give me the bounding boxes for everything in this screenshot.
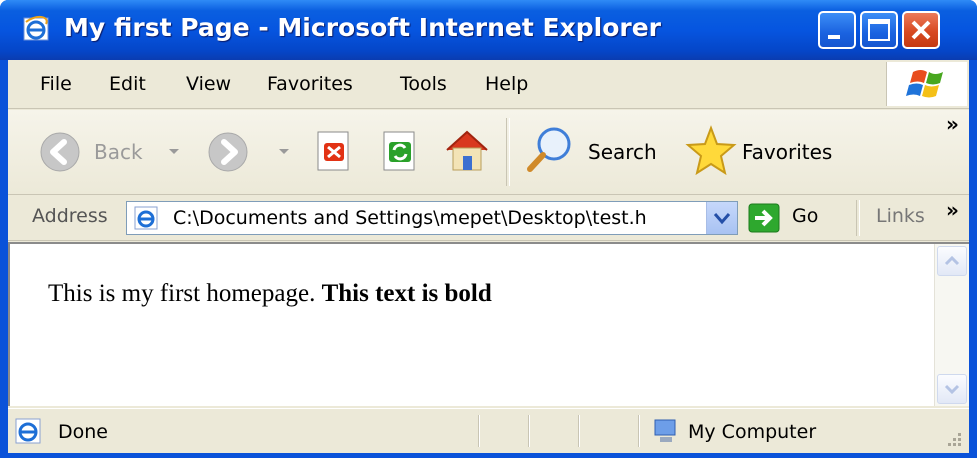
address-input[interactable]: C:\Documents and Settings\mepet\Desktop\…: [126, 201, 738, 235]
favorites-button-label[interactable]: Favorites: [742, 140, 832, 164]
chevron-down-icon: [944, 384, 960, 395]
menu-tools[interactable]: Tools: [400, 73, 447, 95]
go-button-label[interactable]: Go: [792, 205, 818, 227]
address-url: C:\Documents and Settings\mepet\Desktop\…: [173, 207, 647, 229]
search-button-label[interactable]: Search: [588, 140, 657, 164]
scroll-down-button[interactable]: [937, 374, 967, 404]
vertical-scrollbar[interactable]: [934, 244, 969, 406]
links-label[interactable]: Links: [876, 205, 925, 227]
page-bold-text: This text is bold: [321, 280, 492, 307]
standard-toolbar: Back Search Favorites »: [8, 110, 969, 195]
menu-view[interactable]: View: [186, 73, 231, 95]
forward-arrow-icon[interactable]: [206, 130, 250, 174]
status-panel: [528, 415, 530, 447]
go-arrow-icon[interactable]: [748, 203, 780, 233]
windows-flag-icon: [906, 70, 943, 98]
status-bar: Done My Computer: [8, 408, 969, 453]
scroll-up-button[interactable]: [937, 246, 967, 276]
favorites-star-icon[interactable]: [684, 124, 738, 178]
my-computer-icon: [654, 419, 676, 442]
chevron-down-icon: [713, 213, 731, 225]
maximize-icon: [868, 19, 890, 41]
maximize-button[interactable]: [860, 11, 898, 49]
forward-dropdown-icon[interactable]: [278, 148, 290, 156]
page-viewport: This is my first homepage. This text is …: [8, 242, 969, 406]
page-normal-text: This is my first homepage.: [48, 280, 316, 307]
minimize-button[interactable]: [818, 11, 856, 49]
address-dropdown-button[interactable]: [706, 202, 737, 234]
windows-logo: [886, 62, 967, 106]
home-icon[interactable]: [442, 126, 492, 174]
links-chevron[interactable]: »: [946, 198, 959, 222]
back-button-label[interactable]: Back: [94, 140, 143, 164]
menu-favorites[interactable]: Favorites: [267, 73, 353, 95]
chevron-up-icon: [944, 255, 960, 266]
search-icon[interactable]: [522, 124, 578, 176]
menu-bar: File Edit View Favorites Tools Help: [8, 60, 969, 109]
resize-grip-icon[interactable]: [944, 431, 964, 449]
address-label: Address: [32, 205, 108, 227]
address-bar: Address C:\Documents and Settings\mepet\…: [8, 196, 969, 241]
menu-edit[interactable]: Edit: [109, 73, 146, 95]
address-separator: [856, 200, 860, 236]
back-dropdown-icon[interactable]: [168, 148, 180, 156]
minimize-icon: [828, 35, 840, 39]
page-done-icon: [15, 418, 41, 444]
back-arrow-icon[interactable]: [38, 130, 82, 174]
status-panel: [578, 415, 580, 447]
browser-window: My first Page - Microsoft Internet Explo…: [0, 0, 977, 458]
toolbar-separator: [506, 118, 510, 186]
title-bar[interactable]: My first Page - Microsoft Internet Explo…: [0, 0, 977, 60]
zone-text: My Computer: [688, 421, 817, 443]
menu-file[interactable]: File: [40, 73, 72, 95]
window-title: My first Page - Microsoft Internet Explo…: [64, 13, 661, 42]
window-body: File Edit View Favorites Tools Help Back: [8, 60, 969, 453]
close-button[interactable]: [902, 11, 940, 49]
page-paragraph: This is my first homepage. This text is …: [48, 280, 492, 308]
status-panel: [478, 415, 480, 447]
ie-icon: [23, 16, 49, 41]
status-text: Done: [58, 421, 108, 443]
stop-icon[interactable]: [314, 128, 354, 174]
menu-help[interactable]: Help: [485, 73, 528, 95]
page-icon: [134, 206, 158, 230]
toolbar-chevron[interactable]: »: [946, 112, 959, 136]
status-panel: [638, 415, 640, 447]
refresh-icon[interactable]: [380, 128, 420, 174]
close-icon: [911, 20, 931, 40]
